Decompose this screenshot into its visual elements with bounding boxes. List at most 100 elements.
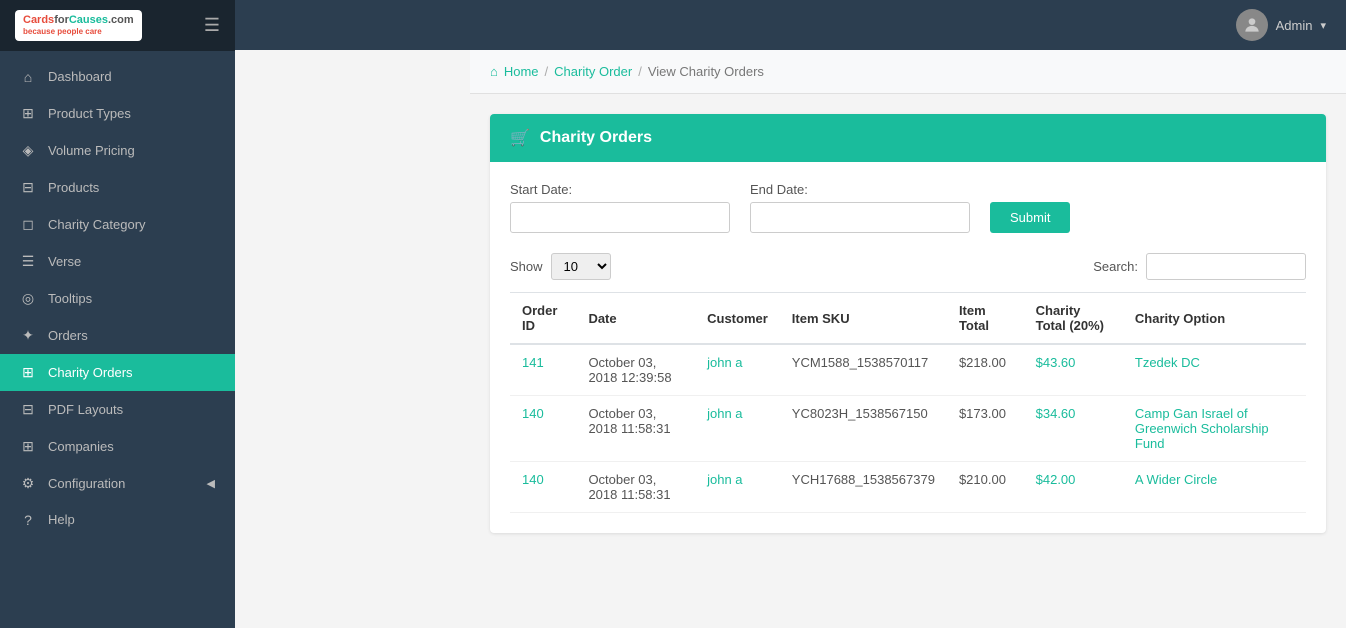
chevron-down-icon: ▾ bbox=[1320, 19, 1326, 32]
breadcrumb-home[interactable]: Home bbox=[504, 64, 539, 79]
start-date-group: Start Date: bbox=[510, 182, 730, 233]
cell-order-id[interactable]: 140 bbox=[510, 462, 576, 513]
submit-button[interactable]: Submit bbox=[990, 202, 1070, 233]
search-area: Search: bbox=[1093, 253, 1306, 280]
cell-charity-option[interactable]: Tzedek DC bbox=[1123, 344, 1306, 396]
col-charity-option: Charity Option bbox=[1123, 293, 1306, 345]
star-icon: ✦ bbox=[20, 327, 36, 344]
content-area: 🛒 Charity Orders Start Date: End Date: S… bbox=[470, 94, 1346, 573]
cell-item-sku: YCH17688_1538567379 bbox=[780, 462, 947, 513]
col-item-total: Item Total bbox=[947, 293, 1024, 345]
cell-charity-total[interactable]: $43.60 bbox=[1024, 344, 1123, 396]
search-label: Search: bbox=[1093, 259, 1138, 274]
entries-select[interactable]: 10 25 50 100 bbox=[551, 253, 611, 280]
sidebar-item-companies[interactable]: ⊞ Companies bbox=[0, 428, 235, 465]
sidebar-item-pdf-layouts[interactable]: ⊟ PDF Layouts bbox=[0, 391, 235, 428]
gear-icon: ⚙ bbox=[20, 475, 36, 492]
cell-item-total: $218.00 bbox=[947, 344, 1024, 396]
card-header: 🛒 Charity Orders bbox=[490, 114, 1326, 162]
cell-charity-option[interactable]: Camp Gan Israel of Greenwich Scholarship… bbox=[1123, 396, 1306, 462]
col-customer: Customer bbox=[695, 293, 780, 345]
cell-order-id[interactable]: 140 bbox=[510, 396, 576, 462]
brand-tagline: because people care bbox=[23, 27, 134, 37]
admin-menu[interactable]: Admin ▾ bbox=[1236, 9, 1326, 41]
home-icon: ⌂ bbox=[20, 69, 36, 85]
sidebar-item-label: Products bbox=[48, 180, 99, 195]
breadcrumb-separator-2: / bbox=[638, 64, 642, 79]
hamburger-icon[interactable]: ☰ bbox=[204, 15, 220, 36]
cell-charity-total[interactable]: $34.60 bbox=[1024, 396, 1123, 462]
sidebar-item-help[interactable]: ? Help bbox=[0, 502, 235, 538]
square-icon: ◻ bbox=[20, 216, 36, 233]
col-charity-total: Charity Total (20%) bbox=[1024, 293, 1123, 345]
sidebar-item-label: Charity Category bbox=[48, 217, 146, 232]
end-date-group: End Date: bbox=[750, 182, 970, 233]
sidebar-item-charity-orders[interactable]: ⊞ Charity Orders bbox=[0, 354, 235, 391]
avatar bbox=[1236, 9, 1268, 41]
table-controls: Show 10 25 50 100 Search: bbox=[510, 253, 1306, 280]
col-item-sku: Item SKU bbox=[780, 293, 947, 345]
filter-form: Start Date: End Date: Submit bbox=[510, 182, 1306, 233]
sidebar-item-label: Tooltips bbox=[48, 291, 92, 306]
sidebar-item-label: Dashboard bbox=[48, 69, 112, 84]
breadcrumb: ⌂ Home / Charity Order / View Charity Or… bbox=[470, 50, 1346, 94]
cell-charity-option[interactable]: A Wider Circle bbox=[1123, 462, 1306, 513]
col-date: Date bbox=[576, 293, 695, 345]
card-title: Charity Orders bbox=[540, 129, 652, 147]
top-bar: Admin ▾ bbox=[470, 0, 1346, 50]
sidebar-item-configuration[interactable]: ⚙ Configuration ◀ bbox=[0, 465, 235, 502]
cart-icon: 🛒 bbox=[510, 128, 530, 148]
sidebar-item-tooltips[interactable]: ◎ Tooltips bbox=[0, 280, 235, 317]
end-date-input[interactable] bbox=[750, 202, 970, 233]
sidebar-item-verse[interactable]: ☰ Verse bbox=[0, 243, 235, 280]
sidebar-item-label: Companies bbox=[48, 439, 114, 454]
tag-icon: ◈ bbox=[20, 142, 36, 159]
admin-label: Admin bbox=[1276, 18, 1313, 33]
sidebar-item-orders[interactable]: ✦ Orders bbox=[0, 317, 235, 354]
cell-item-sku: YCM1588_1538570117 bbox=[780, 344, 947, 396]
sidebar-logo: CardsforCauses.com because people care ☰ bbox=[0, 0, 235, 51]
show-label: Show bbox=[510, 259, 543, 274]
start-date-input[interactable] bbox=[510, 202, 730, 233]
table-row: 140 October 03, 2018 11:58:31 john a YCH… bbox=[510, 462, 1306, 513]
sidebar-item-product-types[interactable]: ⊞ Product Types bbox=[0, 95, 235, 132]
lines-icon: ☰ bbox=[20, 253, 36, 270]
search-input[interactable] bbox=[1146, 253, 1306, 280]
grid-icon: ⊞ bbox=[20, 105, 36, 122]
sidebar-item-label: Verse bbox=[48, 254, 81, 269]
cell-item-total: $173.00 bbox=[947, 396, 1024, 462]
config-chevron-icon: ◀ bbox=[207, 477, 215, 490]
sidebar-item-dashboard[interactable]: ⌂ Dashboard bbox=[0, 59, 235, 95]
sidebar: CardsforCauses.com because people care ☰… bbox=[0, 0, 235, 628]
sidebar-item-label: PDF Layouts bbox=[48, 402, 123, 417]
main-content: Admin ▾ ⌂ Home / Charity Order / View Ch… bbox=[470, 0, 1346, 628]
cell-charity-total[interactable]: $42.00 bbox=[1024, 462, 1123, 513]
cell-order-id[interactable]: 141 bbox=[510, 344, 576, 396]
sidebar-item-charity-category[interactable]: ◻ Charity Category bbox=[0, 206, 235, 243]
breadcrumb-separator-1: / bbox=[545, 64, 549, 79]
end-date-label: End Date: bbox=[750, 182, 970, 197]
home-breadcrumb-icon: ⌂ bbox=[490, 64, 498, 79]
sidebar-item-volume-pricing[interactable]: ◈ Volume Pricing bbox=[0, 132, 235, 169]
sidebar-item-label: Product Types bbox=[48, 106, 131, 121]
cell-date: October 03, 2018 11:58:31 bbox=[576, 396, 695, 462]
cell-customer[interactable]: john a bbox=[695, 344, 780, 396]
cell-customer[interactable]: john a bbox=[695, 396, 780, 462]
table-header-row: Order ID Date Customer Item SKU Item Tot… bbox=[510, 293, 1306, 345]
pdf-icon: ⊟ bbox=[20, 401, 36, 418]
breadcrumb-charity-order[interactable]: Charity Order bbox=[554, 64, 632, 79]
cell-item-total: $210.00 bbox=[947, 462, 1024, 513]
orders-table: Order ID Date Customer Item SKU Item Tot… bbox=[510, 292, 1306, 513]
sidebar-item-products[interactable]: ⊟ Products bbox=[0, 169, 235, 206]
box-icon: ⊟ bbox=[20, 179, 36, 196]
sidebar-item-label: Configuration bbox=[48, 476, 125, 491]
cell-customer[interactable]: john a bbox=[695, 462, 780, 513]
sidebar-nav: ⌂ Dashboard ⊞ Product Types ◈ Volume Pri… bbox=[0, 51, 235, 628]
table-row: 140 October 03, 2018 11:58:31 john a YC8… bbox=[510, 396, 1306, 462]
sidebar-item-label: Volume Pricing bbox=[48, 143, 135, 158]
show-entries: Show 10 25 50 100 bbox=[510, 253, 611, 280]
sidebar-item-label: Help bbox=[48, 512, 75, 527]
breadcrumb-current: View Charity Orders bbox=[648, 64, 764, 79]
cell-date: October 03, 2018 11:58:31 bbox=[576, 462, 695, 513]
col-order-id: Order ID bbox=[510, 293, 576, 345]
